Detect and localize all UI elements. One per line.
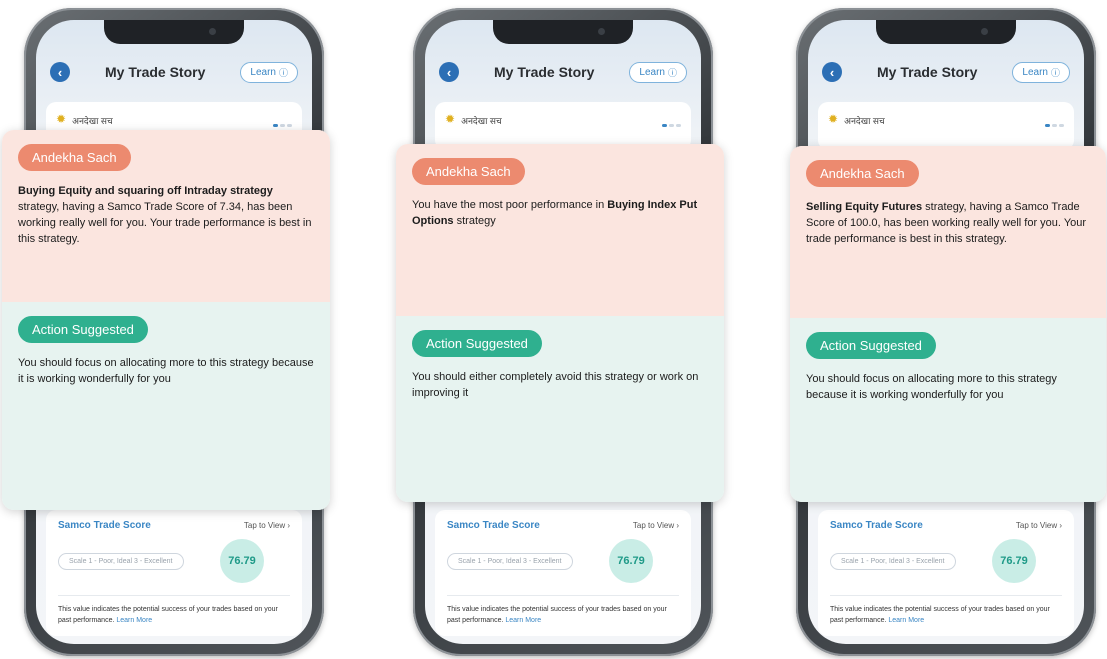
page-title: My Trade Story bbox=[494, 64, 595, 80]
learn-more-link[interactable]: Learn More bbox=[116, 617, 152, 624]
andekha-sach-badge: Andekha Sach bbox=[18, 144, 131, 171]
story-strip[interactable]: ✹ अनदेखा सच bbox=[435, 102, 691, 150]
andekha-sach-badge: Andekha Sach bbox=[806, 160, 919, 187]
learn-button[interactable]: Learn ⓘ bbox=[629, 61, 687, 83]
action-section: Action Suggested You should either compl… bbox=[396, 316, 724, 502]
story-progress bbox=[273, 124, 292, 127]
action-text: You should focus on allocating more to t… bbox=[18, 357, 314, 385]
score-scale-pill: Scale 1 - Poor, Ideal 3 - Excellent bbox=[830, 552, 956, 570]
score-description: This value indicates the potential succe… bbox=[830, 606, 1050, 624]
tap-to-view-link[interactable]: Tap to View › bbox=[633, 521, 679, 530]
learn-label: Learn bbox=[639, 66, 665, 78]
page-title: My Trade Story bbox=[105, 64, 206, 80]
learn-label: Learn bbox=[250, 66, 276, 78]
learn-button[interactable]: Learn ⓘ bbox=[1012, 61, 1070, 83]
story-progress bbox=[662, 124, 681, 127]
camera-icon bbox=[209, 28, 216, 35]
insight-text: You have the most poor performance in Bu… bbox=[412, 199, 698, 227]
info-icon: ⓘ bbox=[667, 67, 677, 78]
score-value: 76.79 bbox=[220, 539, 264, 583]
andekha-sach-badge: Andekha Sach bbox=[412, 158, 525, 185]
action-section: Action Suggested You should focus on all… bbox=[790, 318, 1106, 502]
trade-score-panel: Samco Trade Score Tap to View › Scale 1 … bbox=[435, 510, 691, 636]
divider bbox=[58, 595, 290, 596]
story-strip[interactable]: ✹ अनदेखा सच bbox=[818, 102, 1074, 150]
divider bbox=[447, 595, 679, 596]
insight-section: Andekha Sach You have the most poor perf… bbox=[396, 144, 724, 316]
insight-section: Andekha Sach Buying Equity and squaring … bbox=[2, 130, 330, 302]
score-scale-pill: Scale 1 - Poor, Ideal 3 - Excellent bbox=[447, 552, 573, 570]
bulb-icon: ✹ bbox=[56, 112, 67, 126]
trade-score-title: Samco Trade Score bbox=[830, 520, 923, 531]
tap-to-view-link[interactable]: Tap to View › bbox=[1016, 521, 1062, 530]
action-text: You should focus on allocating more to t… bbox=[806, 373, 1057, 401]
app-header: ‹ My Trade Story Learn ⓘ bbox=[50, 60, 298, 84]
strip-label: अनदेखा सच bbox=[844, 116, 885, 126]
trade-score-title: Samco Trade Score bbox=[58, 520, 151, 531]
trade-score-title: Samco Trade Score bbox=[447, 520, 540, 531]
action-section: Action Suggested You should focus on all… bbox=[2, 302, 330, 510]
score-description: This value indicates the potential succe… bbox=[447, 606, 667, 624]
insight-text: Selling Equity Futures strategy, having … bbox=[806, 201, 1087, 245]
divider bbox=[830, 595, 1062, 596]
camera-icon bbox=[981, 28, 988, 35]
page-title: My Trade Story bbox=[877, 64, 978, 80]
action-text: You should either completely avoid this … bbox=[412, 371, 699, 399]
info-icon: ⓘ bbox=[278, 67, 288, 78]
insight-card-1: Andekha Sach Buying Equity and squaring … bbox=[2, 130, 330, 510]
score-value: 76.79 bbox=[609, 539, 653, 583]
app-header: ‹ My Trade Story Learn ⓘ bbox=[439, 60, 687, 84]
learn-label: Learn bbox=[1022, 66, 1048, 78]
learn-button[interactable]: Learn ⓘ bbox=[240, 61, 298, 83]
score-description: This value indicates the potential succe… bbox=[58, 606, 278, 624]
phone-notch bbox=[493, 20, 633, 44]
phone-notch bbox=[104, 20, 244, 44]
tap-to-view-link[interactable]: Tap to View › bbox=[244, 521, 290, 530]
strip-label: अनदेखा सच bbox=[72, 116, 113, 126]
score-value: 76.79 bbox=[992, 539, 1036, 583]
score-scale-pill: Scale 1 - Poor, Ideal 3 - Excellent bbox=[58, 552, 184, 570]
action-suggested-badge: Action Suggested bbox=[806, 332, 936, 359]
phone-notch bbox=[876, 20, 1016, 44]
back-arrow-icon[interactable]: ‹ bbox=[439, 62, 459, 82]
insight-text: Buying Equity and squaring off Intraday … bbox=[18, 185, 312, 245]
story-progress bbox=[1045, 124, 1064, 127]
learn-more-link[interactable]: Learn More bbox=[505, 617, 541, 624]
action-suggested-badge: Action Suggested bbox=[18, 316, 148, 343]
camera-icon bbox=[598, 28, 605, 35]
info-icon: ⓘ bbox=[1050, 67, 1060, 78]
learn-more-link[interactable]: Learn More bbox=[888, 617, 924, 624]
back-arrow-icon[interactable]: ‹ bbox=[50, 62, 70, 82]
bulb-icon: ✹ bbox=[828, 112, 839, 126]
trade-score-panel: Samco Trade Score Tap to View › Scale 1 … bbox=[46, 510, 302, 636]
trade-score-panel: Samco Trade Score Tap to View › Scale 1 … bbox=[818, 510, 1074, 636]
back-arrow-icon[interactable]: ‹ bbox=[822, 62, 842, 82]
insight-card-3: Andekha Sach Selling Equity Futures stra… bbox=[790, 146, 1106, 502]
bulb-icon: ✹ bbox=[445, 112, 456, 126]
insight-section: Andekha Sach Selling Equity Futures stra… bbox=[790, 146, 1106, 318]
strip-label: अनदेखा सच bbox=[461, 116, 502, 126]
insight-card-2: Andekha Sach You have the most poor perf… bbox=[396, 144, 724, 502]
action-suggested-badge: Action Suggested bbox=[412, 330, 542, 357]
app-header: ‹ My Trade Story Learn ⓘ bbox=[822, 60, 1070, 84]
